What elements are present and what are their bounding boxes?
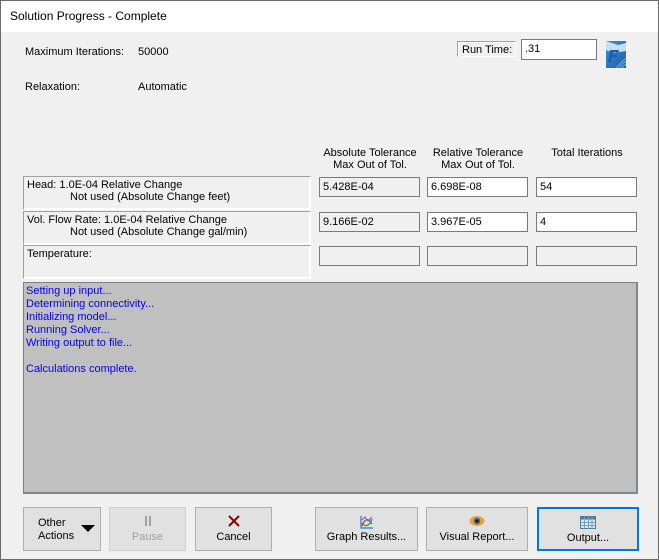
run-time-field[interactable]: .31: [521, 39, 597, 60]
other-actions-label-line2: Actions: [38, 530, 75, 542]
eye-icon: [427, 515, 527, 529]
head-tolerance-label: Head: 1.0E-04 Relative Change Not used (…: [23, 176, 311, 210]
max-iterations-label: Maximum Iterations:: [25, 46, 125, 58]
pause-label: Pause: [131, 531, 164, 543]
vol-flow-relative-tolerance-field[interactable]: 3.967E-05: [427, 212, 528, 232]
log-line: Calculations complete.: [26, 363, 137, 375]
row-label-line1: Head: 1.0E-04 Relative Change: [27, 179, 183, 191]
other-actions-label-line1: Other: [38, 517, 66, 529]
column-header-total-iterations: Total Iterations: [536, 147, 638, 159]
column-header-absolute-tolerance: Absolute Tolerance Max Out of Tol.: [319, 147, 421, 171]
row-label-line2: Not used (Absolute Change feet): [70, 191, 231, 203]
column-header-line: Max Out of Tol.: [333, 159, 407, 171]
fathom-logo-icon: [606, 41, 627, 69]
visual-report-label: Visual Report...: [439, 531, 515, 543]
log-line: Running Solver...: [26, 324, 110, 336]
progress-log[interactable]: Setting up input... Determining connecti…: [23, 282, 638, 494]
log-line: Determining connectivity...: [26, 298, 155, 310]
graph-results-button[interactable]: Graph Results...: [315, 507, 418, 551]
row-label-line2: Not used (Absolute Change gal/min): [70, 226, 248, 238]
close-icon: [196, 515, 271, 529]
log-line: Setting up input...: [26, 285, 112, 297]
column-header-relative-tolerance: Relative Tolerance Max Out of Tol.: [427, 147, 529, 171]
column-header-line: Relative Tolerance: [432, 147, 524, 159]
row-label-line1: Vol. Flow Rate: 1.0E-04 Relative Change: [27, 214, 227, 226]
log-line: Initializing model...: [26, 311, 117, 323]
head-absolute-tolerance-field: 5.428E-04: [319, 177, 420, 197]
run-time-label: Run Time:: [457, 41, 516, 57]
window-title: Solution Progress - Complete: [10, 9, 167, 23]
head-total-iterations-field[interactable]: 54: [536, 177, 637, 197]
vol-flow-total-iterations-field[interactable]: 4: [536, 212, 637, 232]
column-header-line: Absolute Tolerance: [323, 147, 417, 159]
output-button[interactable]: Output...: [537, 507, 639, 551]
relaxation-value: Automatic: [138, 81, 187, 93]
temperature-tolerance-label: Temperature:: [23, 245, 311, 279]
relaxation-label: Relaxation:: [25, 81, 81, 93]
pause-button[interactable]: Pause: [109, 507, 186, 551]
visual-report-button[interactable]: Visual Report...: [426, 507, 528, 551]
title-bar: Solution Progress - Complete: [1, 1, 658, 32]
solution-progress-window: Solution Progress - Complete Maximum Ite…: [0, 0, 659, 560]
output-label: Output...: [566, 532, 610, 544]
column-header-line: Total Iterations: [551, 147, 623, 159]
table-icon: [539, 516, 637, 530]
other-actions-button[interactable]: Other Actions: [23, 507, 101, 551]
graph-icon: [316, 515, 417, 529]
column-header-line: Max Out of Tol.: [441, 159, 515, 171]
cancel-button[interactable]: Cancel: [195, 507, 272, 551]
log-line: Writing output to file...: [26, 337, 133, 349]
graph-results-label: Graph Results...: [326, 531, 407, 543]
temperature-absolute-tolerance-field: [319, 246, 420, 266]
pause-icon: [110, 515, 185, 529]
dropdown-arrow-icon: [81, 525, 95, 532]
head-relative-tolerance-field[interactable]: 6.698E-08: [427, 177, 528, 197]
vol-flow-tolerance-label: Vol. Flow Rate: 1.0E-04 Relative Change …: [23, 211, 311, 245]
cancel-label: Cancel: [216, 531, 251, 543]
temperature-total-iterations-field: [536, 246, 637, 266]
max-iterations-value: 50000: [138, 46, 169, 58]
temperature-relative-tolerance-field: [427, 246, 528, 266]
vol-flow-absolute-tolerance-field: 9.166E-02: [319, 212, 420, 232]
row-label-line1: Temperature:: [27, 248, 92, 260]
